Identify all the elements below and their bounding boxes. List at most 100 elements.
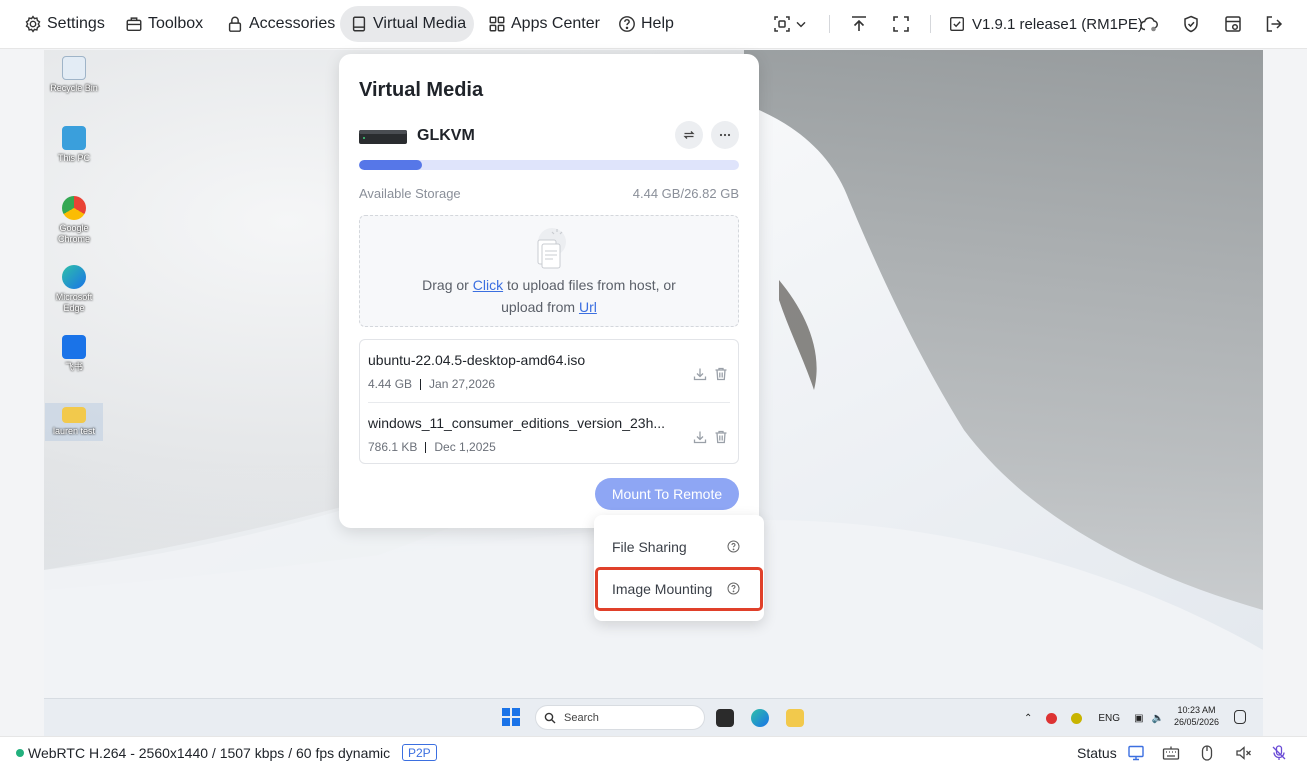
taskbar-clock[interactable]: 10:23 AM 26/05/2026: [1174, 704, 1219, 728]
swap-icon: [683, 131, 695, 139]
p2p-badge: P2P: [402, 744, 437, 761]
status-label[interactable]: Status: [1077, 745, 1117, 761]
lock-icon: [228, 16, 242, 32]
menu-item-image-mounting[interactable]: Image Mounting: [595, 567, 763, 611]
nav-accessories-label: Accessories: [249, 15, 336, 32]
nav-apps-center-label: Apps Center: [511, 15, 600, 32]
chrome-icon: [62, 196, 86, 220]
connection-status-dot: [16, 749, 24, 757]
status-bar: WebRTC H.264 - 2560x1440 / 1507 kbps / 6…: [0, 736, 1307, 768]
panel-title: Virtual Media: [359, 79, 484, 101]
file-date: Jan 27,2026: [429, 377, 496, 391]
delete-icon[interactable]: [713, 429, 729, 445]
logout-icon[interactable]: [1263, 13, 1285, 35]
help-icon[interactable]: [727, 582, 740, 595]
nav-toolbox[interactable]: Toolbox: [117, 6, 211, 42]
download-icon[interactable]: [692, 366, 708, 382]
clock-date: 26/05/2026: [1174, 717, 1220, 727]
desktop-icon-recycle-bin[interactable]: Recycle Bin: [45, 56, 103, 94]
fullscreen-icon[interactable]: [890, 13, 912, 35]
cloud-icon[interactable]: [1138, 13, 1160, 35]
taskbar-search[interactable]: Search: [535, 705, 705, 730]
toolbar-divider: [829, 15, 830, 33]
storage-progress-fill: [359, 160, 423, 170]
desktop-icon-feishu[interactable]: 飞书: [45, 335, 103, 373]
dropzone-text-upload-from: upload from: [501, 299, 579, 315]
explorer-taskbar-icon[interactable]: [786, 709, 804, 727]
mount-mode-dropdown: File Sharing Image Mounting: [594, 515, 764, 621]
menu-item-file-sharing[interactable]: File Sharing: [598, 528, 760, 566]
version-label: V1.9.1 release1 (RM1PE): [972, 15, 1143, 33]
file-item[interactable]: ubuntu-22.04.5-desktop-amd64.iso 4.44 GB…: [368, 340, 730, 402]
mouse-icon[interactable]: [1198, 744, 1216, 762]
file-name: ubuntu-22.04.5-desktop-amd64.iso: [368, 352, 586, 368]
shield-icon[interactable]: [1180, 13, 1202, 35]
desktop-icon-edge[interactable]: Microsoft Edge: [45, 265, 103, 314]
tray-display-icon[interactable]: ▣: [1134, 713, 1143, 724]
tray-network-warning-icon[interactable]: [1046, 712, 1058, 724]
chevron-down-icon[interactable]: [793, 13, 809, 35]
nav-accessories[interactable]: Accessories: [218, 6, 343, 42]
task-view-icon[interactable]: [716, 709, 734, 727]
gear-icon: [25, 15, 41, 33]
edge-taskbar-icon[interactable]: [751, 709, 769, 727]
windows-taskbar: Search ⌃ ENG ▣ 🔈 10:23 AM 26/05/2026: [44, 698, 1263, 736]
computer-icon: [62, 126, 86, 150]
tray-language[interactable]: ENG: [1098, 713, 1120, 724]
monitor-icon[interactable]: [1127, 744, 1145, 762]
desktop-icon-chrome[interactable]: Google Chrome: [45, 196, 103, 245]
calendar-sync-icon[interactable]: [1222, 13, 1244, 35]
version-check-icon: [950, 17, 964, 31]
tray-volume-icon[interactable]: 🔈: [1152, 713, 1164, 724]
toolbar-divider: [930, 15, 931, 33]
delete-icon[interactable]: [713, 366, 729, 382]
upload-dropzone[interactable]: Drag or Click to upload files from host,…: [359, 215, 739, 327]
mount-to-remote-button[interactable]: Mount To Remote: [595, 478, 739, 510]
more-button[interactable]: [711, 121, 739, 149]
notification-icon[interactable]: [1234, 710, 1246, 724]
nav-virtual-media[interactable]: Virtual Media: [340, 6, 475, 42]
help-icon: [619, 16, 635, 32]
desktop-icon-this-pc[interactable]: This PC: [45, 126, 103, 164]
desktop-icon-folder[interactable]: lauren test: [45, 403, 103, 441]
file-item[interactable]: windows_11_consumer_editions_version_23h…: [368, 402, 730, 464]
file-list: ubuntu-22.04.5-desktop-amd64.iso 4.44 GB…: [359, 339, 739, 464]
nav-virtual-media-label: Virtual Media: [373, 15, 467, 32]
help-icon[interactable]: [727, 540, 740, 553]
switch-button[interactable]: [675, 121, 703, 149]
tray-app-icon[interactable]: [1071, 712, 1083, 724]
desktop-icon-label: Microsoft Edge: [55, 292, 93, 313]
top-toolbar: Settings Toolbox Accessories Virtual Med…: [0, 0, 1307, 49]
click-upload-link[interactable]: Click: [473, 277, 503, 293]
microphone-muted-icon[interactable]: [1270, 744, 1288, 762]
taskbar-search-placeholder: Search: [564, 711, 599, 724]
virtual-media-panel: Virtual Media GLKVM Available Storage 4.…: [339, 54, 759, 528]
desktop-icon-label: Recycle Bin: [50, 83, 98, 93]
tray-chevron-up-icon[interactable]: ⌃: [1024, 713, 1032, 724]
screen-select-icon[interactable]: [771, 13, 793, 35]
desktop-icon-label: Google Chrome: [57, 223, 90, 244]
grid-icon: [489, 16, 505, 32]
windows-start-icon[interactable]: [502, 708, 520, 726]
file-meta: 786.1 KB Dec 1,2025: [368, 440, 496, 454]
url-upload-link[interactable]: Url: [579, 299, 597, 315]
download-icon[interactable]: [692, 429, 708, 445]
desktop-icon-label: lauren test: [52, 426, 96, 436]
keyboard-icon[interactable]: [1162, 744, 1180, 762]
nav-help[interactable]: Help: [610, 6, 682, 42]
device-name: GLKVM: [417, 127, 475, 144]
nav-settings-label: Settings: [47, 15, 105, 32]
nav-apps-center[interactable]: Apps Center: [480, 6, 608, 42]
speaker-muted-icon[interactable]: [1234, 744, 1252, 762]
folder-icon: [62, 407, 86, 423]
desktop-icon-label: 飞书: [64, 362, 83, 372]
file-size: 4.44 GB: [368, 377, 413, 391]
file-meta: 4.44 GB Jan 27,2026: [368, 377, 495, 391]
search-icon: [544, 712, 556, 723]
version-button[interactable]: V1.9.1 release1 (RM1PE): [948, 6, 1143, 42]
storage-progress: [359, 160, 739, 170]
upload-top-icon[interactable]: [848, 13, 870, 35]
menu-item-label: Image Mounting: [612, 581, 713, 597]
nav-settings[interactable]: Settings: [16, 6, 113, 42]
recycle-bin-icon: [62, 56, 86, 80]
